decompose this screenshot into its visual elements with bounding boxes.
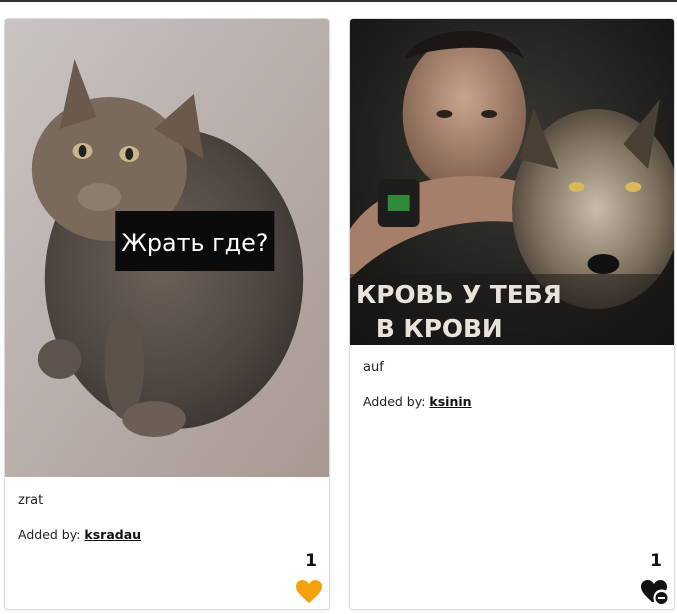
added-by-label: Added by:	[363, 394, 426, 409]
author-link[interactable]: ksradau	[84, 527, 141, 542]
cat-meme-picture: Жрать где?	[5, 19, 329, 477]
post-card: Жрать где? zrat Added by: ksradau 1	[4, 18, 330, 610]
post-image-wolf-meme: КРОВЬ У ТЕБЯ В КРОВИ	[350, 19, 674, 345]
like-count: 1	[305, 551, 317, 571]
added-by-line: Added by: ksradau	[5, 527, 329, 542]
top-divider	[0, 0, 677, 2]
added-by-label: Added by:	[18, 527, 81, 542]
meme-title-line1: КРОВЬ У ТЕБЯ	[356, 280, 562, 309]
unlike-button[interactable]	[640, 579, 668, 605]
like-button[interactable]	[295, 579, 323, 605]
meme-title-line2: В КРОВИ	[376, 314, 503, 343]
heart-minus-icon	[641, 580, 668, 604]
wolf-meme-picture: КРОВЬ У ТЕБЯ В КРОВИ	[350, 19, 674, 345]
post-caption: auf	[363, 360, 384, 375]
heart-icon	[296, 580, 322, 603]
like-count: 1	[650, 551, 662, 571]
meme-caption-text: Жрать где?	[121, 229, 268, 257]
author-link[interactable]: ksinin	[429, 394, 471, 409]
post-caption: zrat	[18, 493, 44, 508]
post-card: КРОВЬ У ТЕБЯ В КРОВИ auf Added by: ksini…	[349, 18, 675, 610]
added-by-line: Added by: ksinin	[350, 394, 674, 409]
post-image-cat-meme: Жрать где?	[5, 19, 329, 477]
